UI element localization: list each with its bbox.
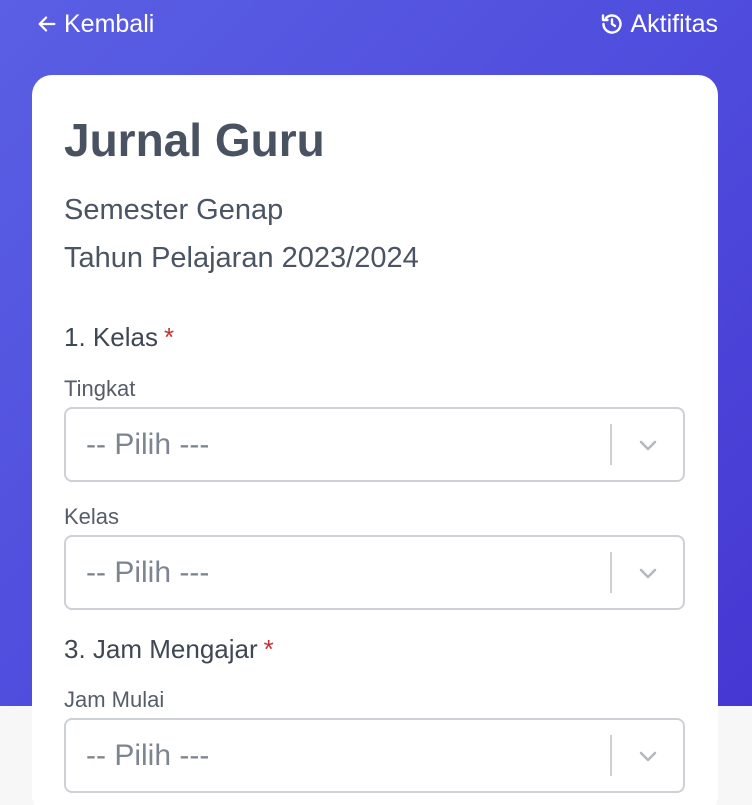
section-hours-label: 3. Jam Mengajar: [64, 634, 258, 664]
grade-select-value: -- Pilih ---: [86, 428, 210, 461]
start-time-field-label: Jam Mulai: [64, 687, 165, 712]
chevron-down-icon[interactable]: [636, 744, 660, 768]
select-divider: [610, 552, 612, 593]
select-divider: [610, 735, 612, 776]
page-title: Jurnal Guru: [64, 114, 325, 166]
chevron-down-icon[interactable]: [636, 561, 660, 585]
top-bar: Kembali Aktifitas: [0, 0, 752, 48]
grade-select[interactable]: -- Pilih ---: [64, 407, 685, 482]
history-icon: [602, 14, 623, 34]
select-divider: [610, 424, 612, 465]
section-class-heading: 1. Kelas *: [64, 322, 174, 353]
section-class-label: 1. Kelas: [64, 322, 158, 352]
activity-link[interactable]: Aktifitas: [600, 8, 718, 40]
back-link[interactable]: Kembali: [36, 8, 154, 40]
back-label: Kembali: [64, 9, 155, 38]
class-field-label: Kelas: [64, 504, 120, 529]
semester-text: Semester Genap: [64, 194, 284, 226]
required-mark: *: [263, 634, 274, 664]
start-time-select-value: -- Pilih ---: [86, 739, 210, 772]
section-hours-heading: 3. Jam Mengajar *: [64, 634, 274, 665]
academic-year-text: Tahun Pelajaran 2023/2024: [64, 242, 419, 274]
required-mark: *: [163, 322, 175, 352]
arrow-left-icon: [38, 16, 56, 32]
start-time-select[interactable]: -- Pilih ---: [64, 718, 685, 793]
form-card: Jurnal Guru Semester Genap Tahun Pelajar…: [32, 75, 718, 805]
grade-field-label: Tingkat: [64, 376, 136, 401]
class-select[interactable]: -- Pilih ---: [64, 535, 685, 610]
chevron-down-icon[interactable]: [636, 433, 660, 457]
class-select-value: -- Pilih ---: [86, 556, 210, 589]
activity-label: Aktifitas: [630, 9, 718, 38]
